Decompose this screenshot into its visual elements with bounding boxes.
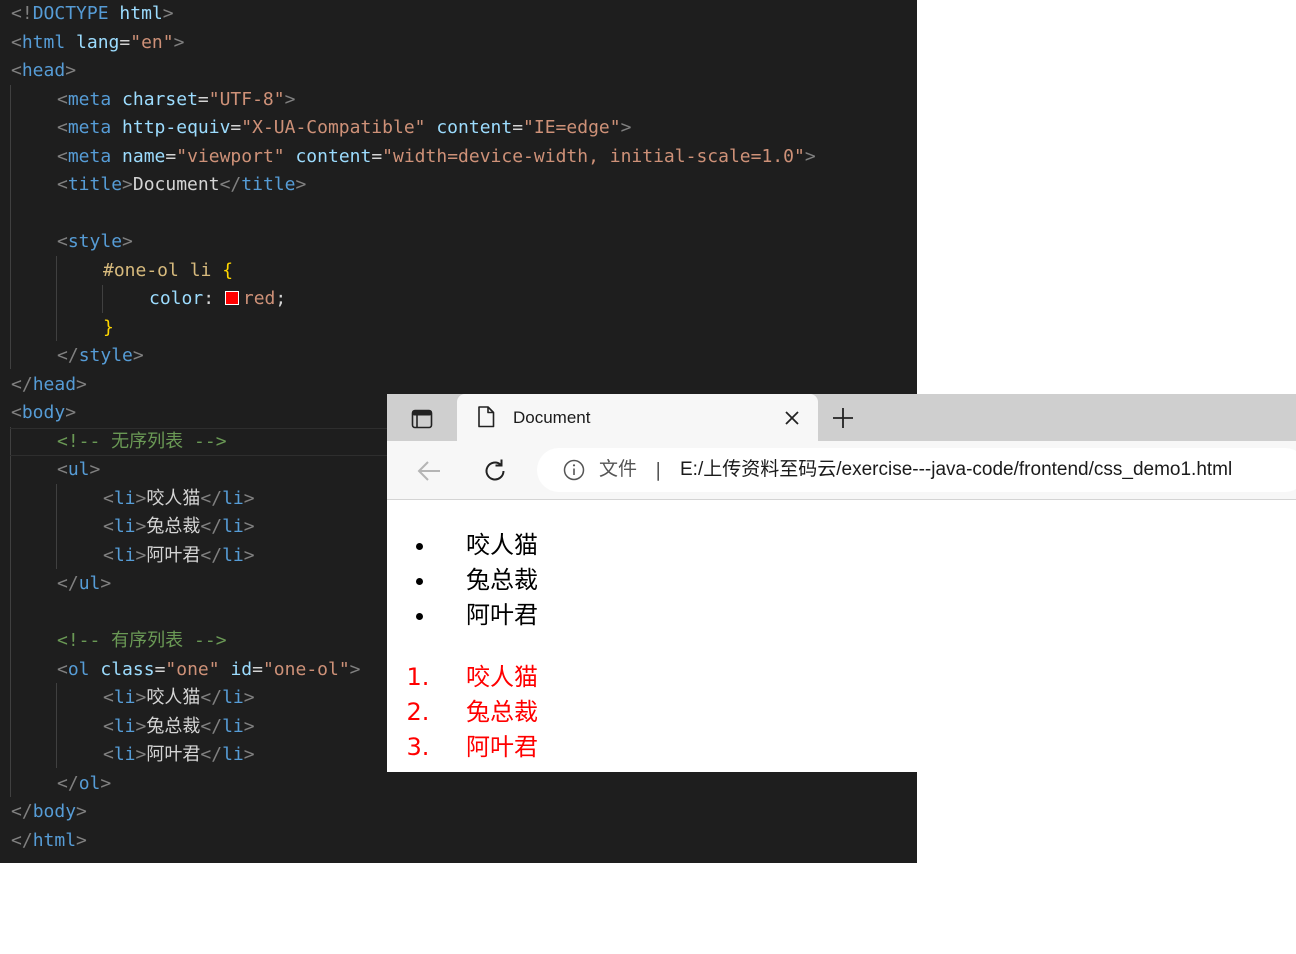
indent-guide	[102, 285, 103, 313]
close-icon[interactable]	[782, 408, 802, 428]
page-icon	[478, 406, 495, 428]
code-line[interactable]: </body>	[11, 798, 87, 826]
tab-actions-icon	[411, 409, 433, 429]
list-item: 咬人猫	[437, 528, 538, 563]
code-line[interactable]: <li>兔总裁</li>	[103, 513, 255, 541]
indent-guide	[56, 683, 57, 768]
ordered-list-item: 咬人猫	[437, 660, 538, 695]
refresh-icon[interactable]	[482, 458, 508, 484]
tab-bar: Document	[387, 394, 1296, 441]
code-line[interactable]: <body>	[11, 399, 76, 427]
code-line[interactable]: <meta charset="UTF-8">	[57, 86, 295, 114]
list-item: 阿叶君	[437, 598, 538, 633]
list-item: 兔总裁	[437, 563, 538, 598]
indent-guide	[56, 484, 57, 569]
color-swatch-icon[interactable]	[224, 290, 239, 305]
code-line[interactable]: <head>	[11, 57, 76, 85]
new-tab-icon[interactable]	[831, 406, 855, 430]
file-label: 文件	[599, 459, 638, 480]
code-line[interactable]: </head>	[11, 371, 87, 399]
code-line[interactable]: <meta name="viewport" content="width=dev…	[57, 143, 816, 171]
code-line[interactable]: <ul>	[57, 456, 100, 484]
code-line[interactable]: </html>	[11, 827, 87, 855]
code-line[interactable]: <!-- 无序列表 -->	[57, 428, 227, 456]
code-line[interactable]: #one-ol li {	[103, 257, 233, 285]
tab-title: Document	[513, 408, 591, 427]
unordered-list: 咬人猫兔总裁阿叶君	[437, 528, 538, 633]
code-line[interactable]: <!DOCTYPE html>	[11, 0, 174, 28]
code-line[interactable]: <html lang="en">	[11, 29, 184, 57]
code-line[interactable]: color: red;	[149, 285, 286, 313]
code-line[interactable]: <li>阿叶君</li>	[103, 741, 255, 769]
code-line[interactable]: <li>咬人猫</li>	[103, 684, 255, 712]
code-line[interactable]: </ol>	[57, 770, 111, 798]
address-url[interactable]: E:/上传资料至码云/exercise---java-code/frontend…	[680, 448, 1232, 492]
code-line[interactable]: <meta http-equiv="X-UA-Compatible" conte…	[57, 114, 631, 142]
back-arrow-icon[interactable]	[416, 458, 442, 484]
code-line[interactable]: <title>Document</title>	[57, 171, 306, 199]
code-line[interactable]: <!-- 有序列表 -->	[57, 627, 227, 655]
ordered-list-item: 阿叶君	[437, 730, 538, 765]
indent-guide	[10, 427, 11, 797]
info-icon[interactable]	[563, 459, 585, 481]
ordered-list-item: 兔总裁	[437, 695, 538, 730]
indent-guide	[56, 256, 57, 341]
code-line[interactable]: </ul>	[57, 570, 111, 598]
browser-window: Document 文件 | E:/上传资料至码云/exercise---java…	[387, 394, 1296, 772]
browser-toolbar: 文件 | E:/上传资料至码云/exercise---java-code/fro…	[387, 441, 1296, 500]
code-line[interactable]: <style>	[57, 228, 133, 256]
tab-actions-button[interactable]	[395, 402, 449, 436]
address-bar[interactable]: 文件 | E:/上传资料至码云/exercise---java-code/fro…	[537, 448, 1296, 492]
code-line[interactable]: <li>阿叶君</li>	[103, 542, 255, 570]
page-content: 咬人猫兔总裁阿叶君 咬人猫兔总裁阿叶君	[387, 500, 1296, 772]
code-line[interactable]: <li>兔总裁</li>	[103, 713, 255, 741]
ordered-list: 咬人猫兔总裁阿叶君	[437, 660, 538, 765]
code-line[interactable]: }	[103, 314, 114, 342]
code-line[interactable]: <li>咬人猫</li>	[103, 485, 255, 513]
browser-tab[interactable]: Document	[457, 394, 818, 441]
code-line[interactable]: </style>	[57, 342, 144, 370]
code-line[interactable]: <ol class="one" id="one-ol">	[57, 656, 361, 684]
address-separator: |	[655, 459, 662, 481]
indent-guide	[10, 85, 11, 369]
